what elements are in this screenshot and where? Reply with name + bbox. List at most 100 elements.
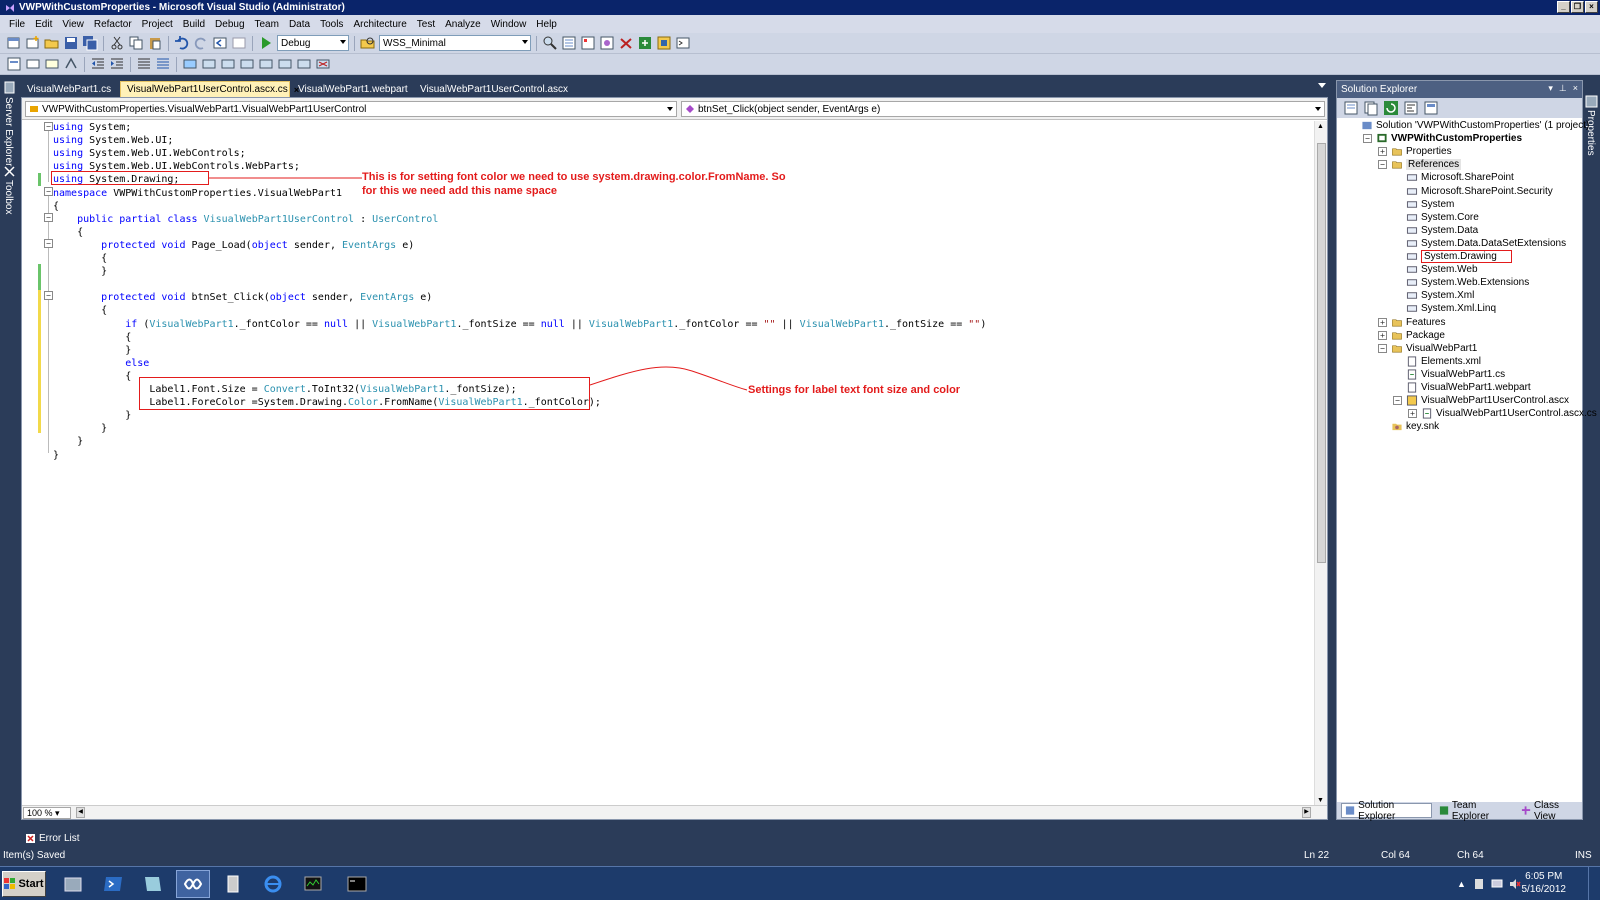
collapse-outline-icon[interactable]: − (44, 213, 53, 222)
toolbox-tab[interactable]: Toolbox (3, 180, 14, 214)
collapse-node-icon[interactable]: − (1378, 160, 1387, 170)
toolbox-icon[interactable] (3, 165, 16, 178)
command-prompt-taskbar-icon[interactable] (340, 870, 374, 898)
solution-configuration-combo[interactable]: Debug (277, 35, 349, 51)
show-all-files-icon[interactable] (1363, 100, 1379, 116)
toolbox-icon[interactable] (618, 35, 634, 51)
tab-visualwebpart1usercontrol-ascx-cs[interactable]: VisualWebPart1UserControl.ascx.cs × (120, 81, 299, 97)
menu-tools[interactable]: Tools (315, 19, 348, 30)
save-icon[interactable] (63, 35, 79, 51)
tab-visualwebpart1usercontrol-ascx[interactable]: VisualWebPart1UserControl.ascx (414, 81, 568, 97)
menu-edit[interactable]: Edit (30, 19, 57, 30)
tab-team-explorer[interactable]: Team Explorer (1436, 800, 1514, 822)
scrollbar-thumb[interactable] (1317, 143, 1326, 563)
code-line[interactable]: protected void Page_Load(object sender, … (53, 239, 414, 252)
expand-node-icon[interactable]: + (1378, 330, 1387, 340)
collapse-node-icon[interactable]: − (1378, 343, 1387, 353)
scroll-left-icon[interactable]: ◀ (76, 807, 85, 818)
find-icon[interactable] (542, 35, 558, 51)
code-line[interactable]: Label1.Font.Size = Convert.ToInt32(Visua… (53, 383, 516, 396)
tree-item-system-data-datasetextensions[interactable]: System.Data.DataSetExtensions (1406, 237, 1566, 250)
undo-icon[interactable] (174, 35, 190, 51)
code-line[interactable]: if (VisualWebPart1._fontColor == null ||… (53, 318, 986, 331)
properties-icon[interactable] (1585, 95, 1598, 108)
tree-item-visualwebpart1-webpart[interactable]: VisualWebPart1.webpart (1406, 381, 1531, 394)
scroll-down-icon[interactable]: ▼ (1317, 797, 1324, 804)
code-text-area[interactable]: − − − − − This is for setting font color… (22, 121, 1314, 803)
powershell-taskbar-icon[interactable] (96, 870, 130, 898)
explorer-taskbar-icon[interactable] (136, 870, 170, 898)
clear-bookmarks-icon[interactable] (315, 56, 331, 72)
tree-item-microsoft-sharepoint-security[interactable]: Microsoft.SharePoint.Security (1406, 185, 1553, 198)
increase-indent-icon[interactable] (109, 56, 125, 72)
solution-explorer-icon[interactable] (561, 35, 577, 51)
comment-lines-icon[interactable] (136, 56, 152, 72)
show-hidden-icons-icon[interactable]: ▲ (1457, 879, 1466, 889)
navigate-back-icon[interactable] (212, 35, 228, 51)
tree-item-solution-vwpwithcustomproperties-1-project[interactable]: Solution 'VWPWithCustomProperties' (1 pr… (1361, 119, 1589, 132)
menu-file[interactable]: File (4, 19, 30, 30)
new-project-icon[interactable] (6, 35, 22, 51)
code-line[interactable]: { (53, 370, 131, 383)
tree-item-system-data[interactable]: System.Data (1406, 224, 1478, 237)
tab-visualwebpart1-cs[interactable]: VisualWebPart1.cs (21, 81, 118, 97)
find-in-files-icon[interactable] (360, 35, 376, 51)
show-desktop-button[interactable] (1588, 867, 1600, 900)
tree-item-system-xml[interactable]: System.Xml (1406, 289, 1474, 302)
expand-node-icon[interactable]: + (1408, 409, 1417, 419)
code-line[interactable]: { (53, 226, 83, 239)
menu-data[interactable]: Data (284, 19, 315, 30)
uncomment-lines-icon[interactable] (155, 56, 171, 72)
code-line[interactable]: } (53, 449, 59, 462)
save-all-icon[interactable] (82, 35, 98, 51)
code-line[interactable]: protected void btnSet_Click(object sende… (53, 291, 432, 304)
auto-hide-pin-icon[interactable]: ⊥ (1559, 83, 1567, 94)
menu-refactor[interactable]: Refactor (89, 19, 137, 30)
tree-item-features[interactable]: Features (1391, 316, 1445, 329)
code-line[interactable]: using System.Web.UI.WebControls; (53, 147, 246, 160)
tree-item-visualwebpart1[interactable]: VisualWebPart1 (1391, 342, 1477, 355)
menu-help[interactable]: Help (531, 19, 562, 30)
visual-studio-taskbar-icon[interactable] (176, 870, 210, 898)
tree-item-elements-xml[interactable]: Elements.xml (1406, 355, 1481, 368)
quick-info-icon[interactable] (44, 56, 60, 72)
start-button[interactable]: Start (2, 871, 46, 897)
properties-tab[interactable]: Properties (1585, 110, 1596, 156)
find-combo[interactable]: WSS_Minimal (379, 35, 531, 51)
type-navigation-combo[interactable]: VWPWithCustomProperties.VisualWebPart1.V… (25, 101, 677, 117)
code-line[interactable]: } (53, 344, 131, 357)
previous-bookmark-folder-icon[interactable] (239, 56, 255, 72)
parameter-info-icon[interactable] (25, 56, 41, 72)
add-item-icon[interactable] (25, 35, 41, 51)
bookmark-icon[interactable] (182, 56, 198, 72)
collapse-outline-icon[interactable]: − (44, 291, 53, 300)
code-line[interactable]: { (53, 331, 131, 344)
previous-bookmark-document-icon[interactable] (277, 56, 293, 72)
collapse-node-icon[interactable]: − (1393, 396, 1402, 406)
expand-node-icon[interactable]: + (1378, 317, 1387, 327)
window-position-icon[interactable]: ▾ (1548, 83, 1553, 94)
close-panel-icon[interactable]: × (1573, 83, 1578, 94)
tab-visualwebpart1-webpart[interactable]: VisualWebPart1.webpart (292, 81, 412, 97)
code-line[interactable]: using System; (53, 121, 131, 134)
code-line[interactable]: Label1.ForeColor =System.Drawing.Color.F… (53, 396, 601, 409)
tree-item-vwpwithcustomproperties[interactable]: VWPWithCustomProperties (1376, 132, 1522, 145)
tools-taskbar-icon[interactable] (216, 870, 250, 898)
collapse-outline-icon[interactable]: − (44, 187, 53, 196)
code-line[interactable]: } (53, 265, 107, 278)
server-explorer-icon[interactable] (3, 81, 16, 94)
paste-icon[interactable] (147, 35, 163, 51)
tree-item-key-snk[interactable]: key.snk (1391, 420, 1439, 433)
collapse-outline-icon[interactable]: − (44, 122, 53, 131)
menu-analyze[interactable]: Analyze (440, 19, 486, 30)
tree-item-visualwebpart1usercontrol-ascx-cs[interactable]: VisualWebPart1UserControl.ascx.cs (1421, 407, 1597, 420)
server-explorer-tab[interactable]: Server Explorer (3, 97, 14, 166)
menu-debug[interactable]: Debug (210, 19, 249, 30)
tree-item-system-xml-linq[interactable]: System.Xml.Linq (1406, 302, 1496, 315)
navigate-forward-icon[interactable] (231, 35, 247, 51)
menu-view[interactable]: View (57, 19, 89, 30)
scroll-right-icon[interactable]: ▶ (1302, 807, 1311, 818)
code-line[interactable]: using System.Web.UI; (53, 134, 173, 147)
menu-test[interactable]: Test (412, 19, 440, 30)
code-line[interactable]: public partial class VisualWebPart1UserC… (53, 213, 438, 226)
